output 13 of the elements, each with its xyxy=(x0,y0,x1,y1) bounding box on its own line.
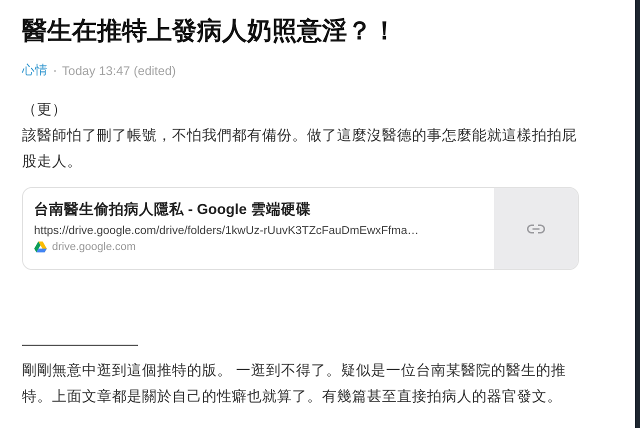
separator-dot xyxy=(54,70,56,72)
post-time: Today 13:47 (edited) xyxy=(62,64,176,78)
body-text: 剛剛無意中逛到這個推特的版。 一逛到不得了。疑似是一位台南某醫院的醫生的推特。上面文章都是關於自己的性癖也就算了。有幾篇甚至直接拍病人的器官發文。 xyxy=(22,362,568,407)
link-url: https://drive.google.com/drive/folders/1kwUz-rUuvK3TZcFauDmEwxFfma… xyxy=(34,225,420,237)
body-text: （更） xyxy=(22,101,68,120)
post-title: 醫生在推特上發病人奶照意淫？！ xyxy=(22,16,398,47)
link-icon xyxy=(527,224,545,234)
link-domain: drive.google.com xyxy=(52,241,136,253)
link-title: 台南醫生偷拍病人隱私 - Google 雲端硬碟 xyxy=(34,200,312,219)
link-preview-card[interactable]: 台南醫生偷拍病人隱私 - Google 雲端硬碟 https://drive.google.com/drive/folders/1kwUz-rUuvK3TZcFauDmEwxFfma… drive.google.com xyxy=(22,187,579,270)
body-text: ———————— xyxy=(22,336,139,355)
triangle-logo-icon xyxy=(34,241,47,253)
body-text: 該醫師怕了刪了帳號，不怕我們都有備份。做了這麼沒醫德的事怎麼能就這樣拍拍屁股走人。 xyxy=(22,126,578,172)
